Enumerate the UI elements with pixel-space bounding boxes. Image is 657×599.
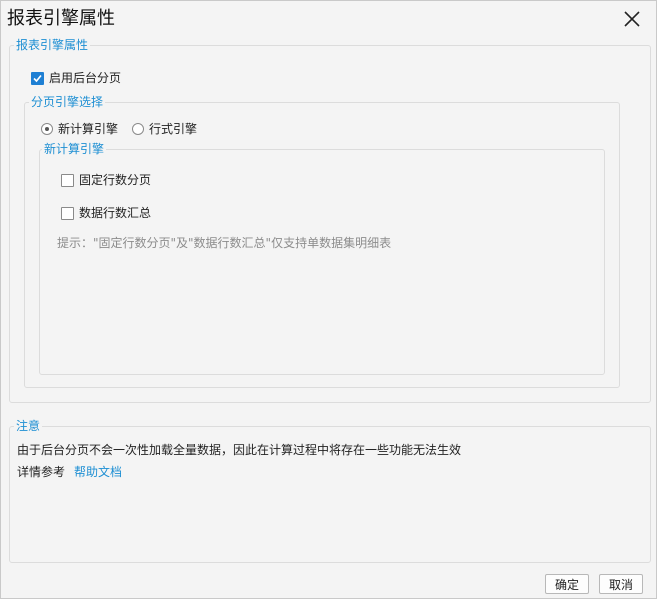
fixed-rows-paging-checkbox[interactable]: 固定行数分页 (61, 172, 151, 188)
notice-group: 注意 由于后台分页不会一次性加载全量数据，因此在计算过程中将存在一些功能无法生效… (9, 418, 651, 563)
checkbox-unchecked-icon[interactable] (61, 173, 74, 187)
notice-legend: 注意 (14, 418, 43, 434)
radio-new-engine-label: 新计算引擎 (58, 122, 119, 136)
checkbox-checked-icon[interactable] (31, 71, 44, 85)
radio-row-engine-label: 行式引擎 (149, 122, 198, 136)
checkbox-unchecked-icon[interactable] (61, 206, 74, 220)
enable-backend-paging-label: 启用后台分页 (49, 71, 122, 85)
radio-unselected-icon[interactable] (132, 123, 144, 135)
rows-summary-label: 数据行数汇总 (79, 206, 152, 220)
notice-message: 由于后台分页不会一次性加载全量数据，因此在计算过程中将存在一些功能无法生效 (17, 443, 462, 457)
dialog-title: 报表引擎属性 (7, 8, 115, 29)
reference-label: 详情参考 (17, 465, 66, 479)
title-bar: 报表引擎属性 (1, 1, 656, 37)
radio-new-engine[interactable]: 新计算引擎 (41, 121, 118, 137)
paging-engine-group: 分页引擎选择 新计算引擎 行式引擎 新计算引擎 固定行数分页 数据行数汇总 提示… (24, 94, 620, 388)
new-engine-legend: 新计算引擎 (42, 141, 107, 157)
radio-row-engine[interactable]: 行式引擎 (132, 121, 197, 137)
ok-button[interactable]: 确定 (545, 574, 589, 594)
reference-row: 详情参考 帮助文档 (17, 464, 122, 480)
rows-summary-checkbox[interactable]: 数据行数汇总 (61, 205, 151, 221)
enable-backend-paging-checkbox[interactable]: 启用后台分页 (31, 70, 121, 86)
help-doc-link[interactable]: 帮助文档 (74, 464, 122, 480)
report-engine-properties-dialog: 报表引擎属性 报表引擎属性 启用后台分页 分页引擎选择 新计算引擎 行式引擎 新… (0, 0, 657, 599)
cancel-button[interactable]: 取消 (599, 574, 643, 594)
fixed-rows-paging-label: 固定行数分页 (79, 173, 152, 187)
new-engine-group: 新计算引擎 固定行数分页 数据行数汇总 提示："固定行数分页"及"数据行数汇总"… (39, 141, 605, 375)
engine-properties-legend: 报表引擎属性 (14, 37, 91, 53)
engine-hint-text: 提示："固定行数分页"及"数据行数汇总"仅支持单数据集明细表 (57, 236, 392, 250)
engine-properties-group: 报表引擎属性 启用后台分页 分页引擎选择 新计算引擎 行式引擎 新计算引擎 固定… (9, 37, 651, 403)
radio-selected-icon[interactable] (41, 123, 53, 135)
close-icon[interactable] (622, 9, 642, 29)
paging-engine-legend: 分页引擎选择 (29, 94, 106, 110)
